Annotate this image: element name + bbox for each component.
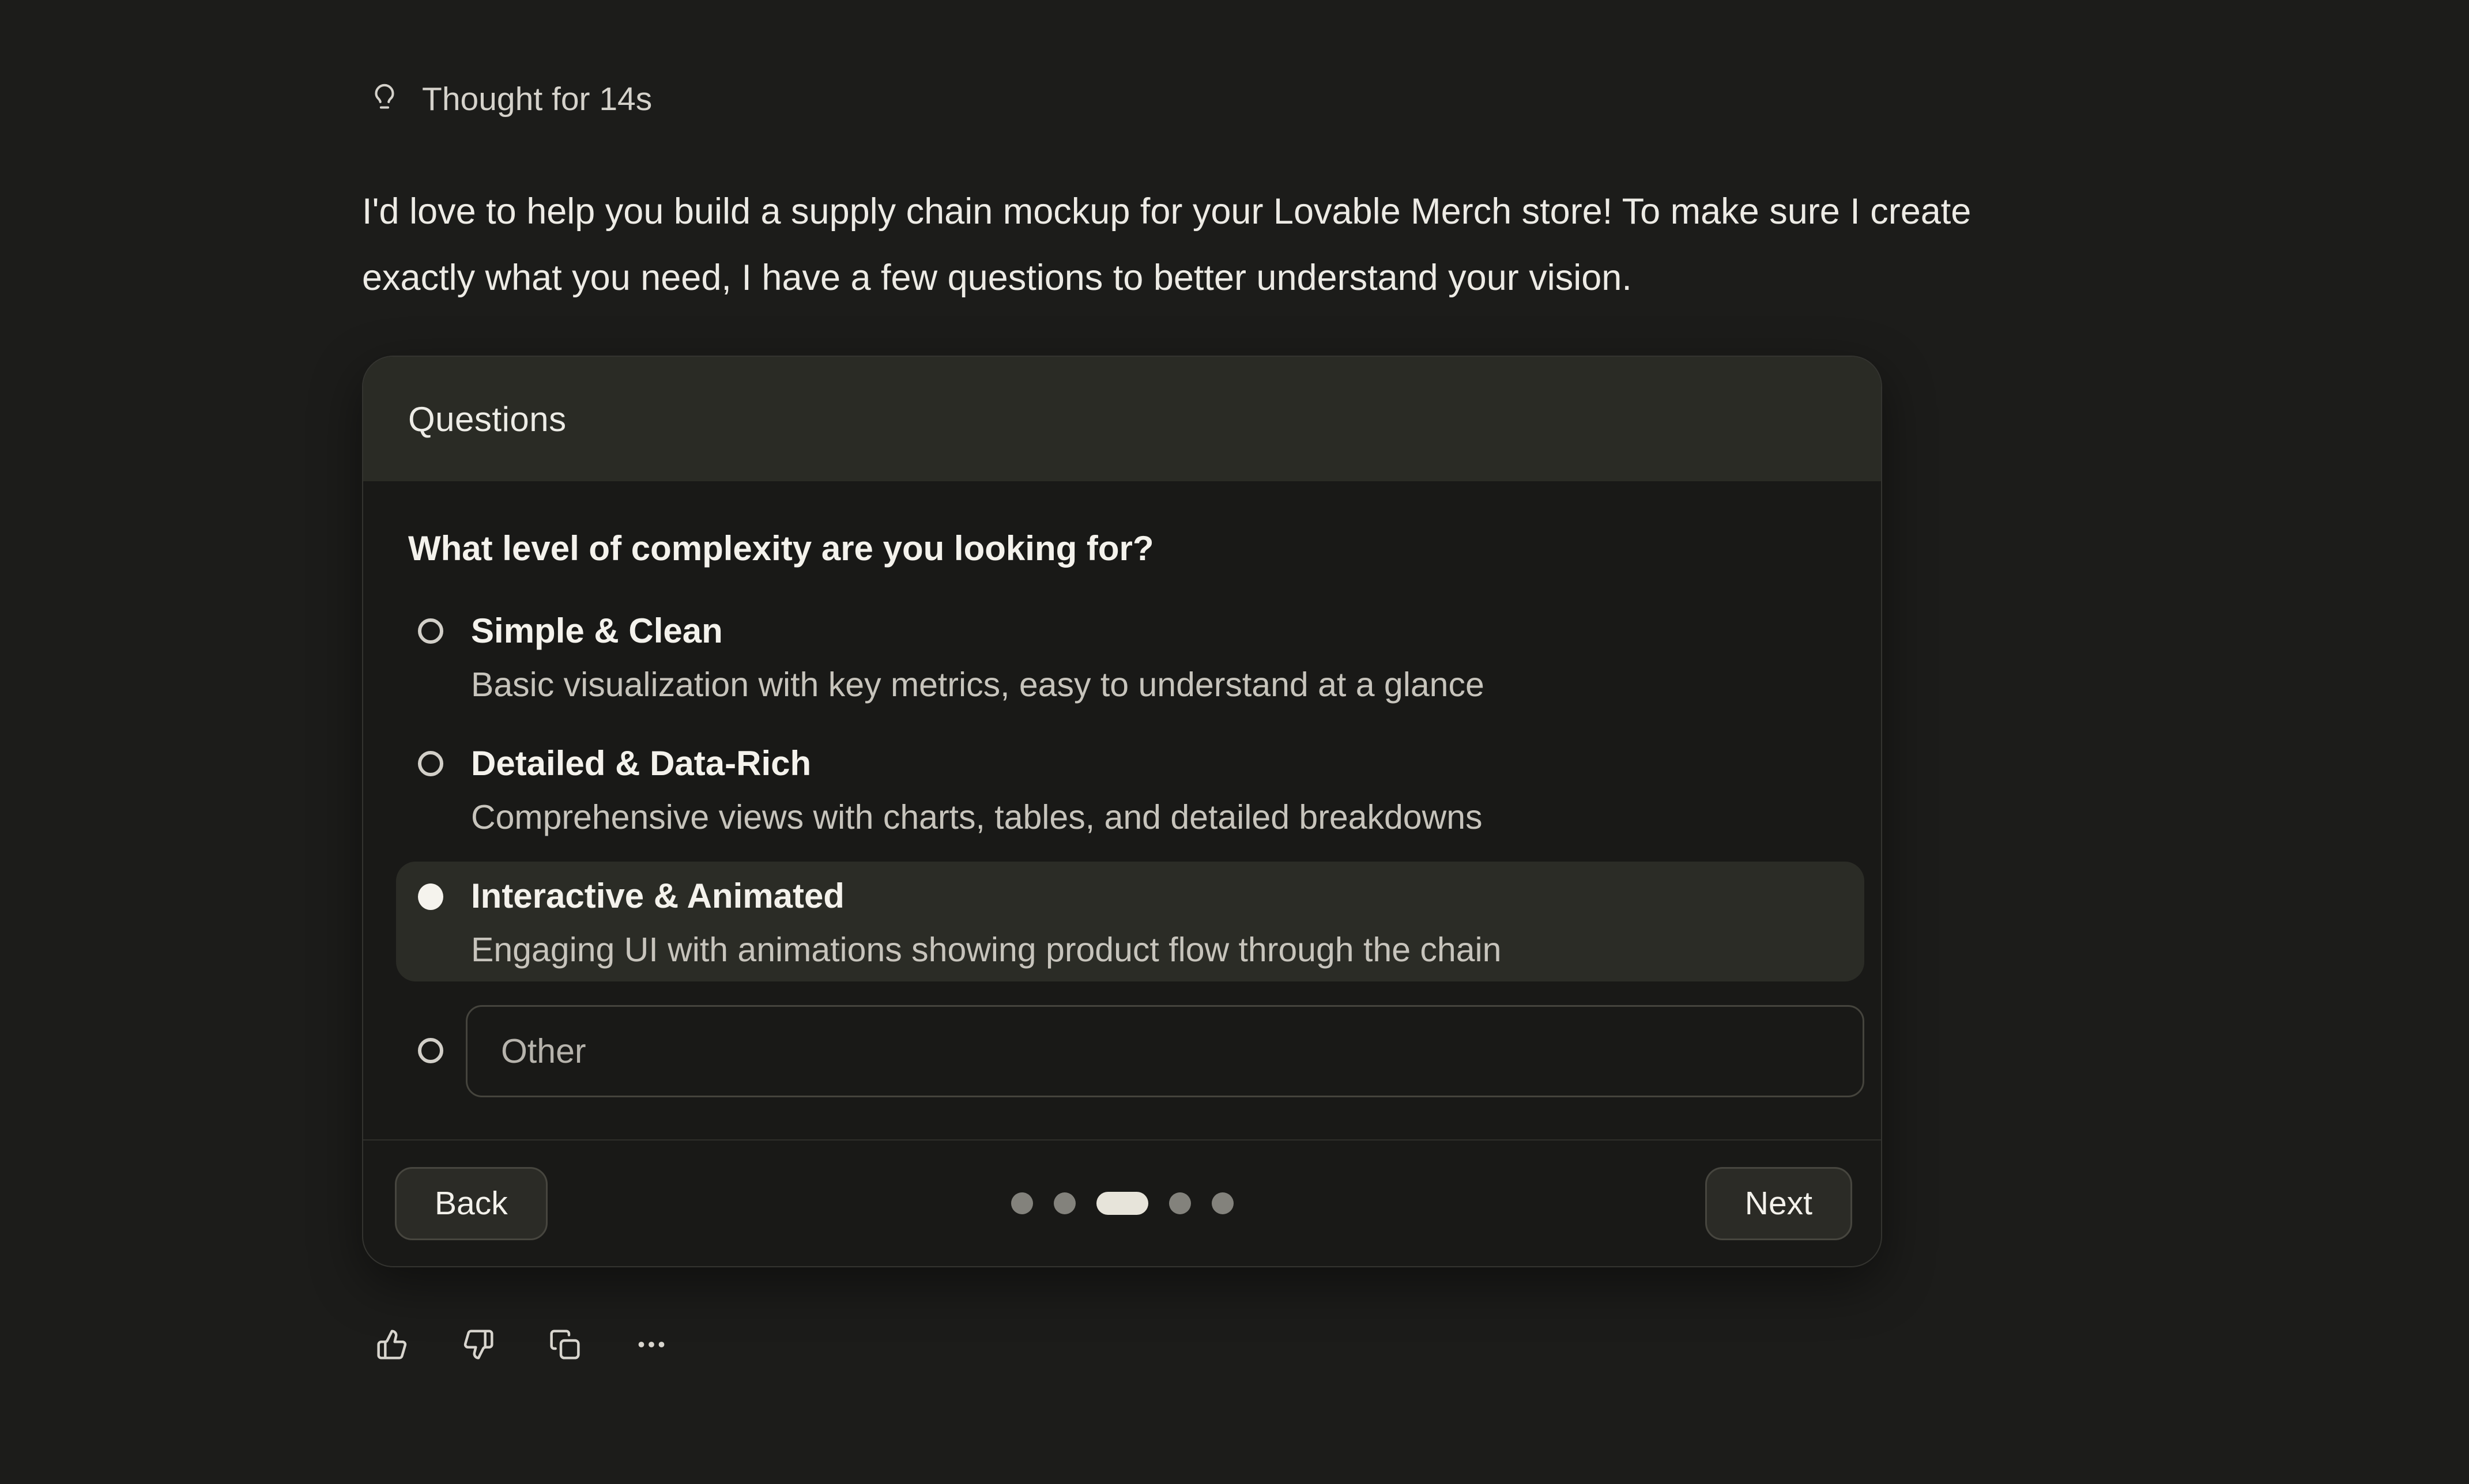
thought-label: Thought for 14s bbox=[422, 80, 652, 118]
pagination-dot bbox=[1169, 1192, 1191, 1214]
next-button[interactable]: Next bbox=[1705, 1167, 1852, 1240]
option-description: Engaging UI with animations showing prod… bbox=[471, 931, 1501, 968]
message-actions bbox=[375, 1324, 668, 1365]
option-detailed-data-rich[interactable]: Detailed & Data-Rich Comprehensive views… bbox=[396, 729, 1864, 849]
option-simple-clean[interactable]: Simple & Clean Basic visualization with … bbox=[396, 596, 1864, 716]
radio-unselected-icon[interactable] bbox=[418, 1038, 443, 1063]
option-interactive-animated[interactable]: Interactive & Animated Engaging UI with … bbox=[396, 862, 1864, 981]
other-option-input[interactable] bbox=[466, 1005, 1864, 1097]
radio-selected-icon[interactable] bbox=[418, 883, 443, 910]
option-description: Basic visualization with key metrics, ea… bbox=[471, 666, 1484, 703]
thumbs-down-icon bbox=[462, 1328, 495, 1361]
copy-icon bbox=[549, 1328, 581, 1361]
option-text: Simple & Clean Basic visualization with … bbox=[471, 613, 1484, 716]
option-label: Interactive & Animated bbox=[471, 878, 1501, 915]
copy-button[interactable] bbox=[548, 1324, 582, 1365]
thumbs-down-button[interactable] bbox=[462, 1324, 495, 1365]
questions-card: Questions What level of complexity are y… bbox=[362, 356, 1882, 1267]
message-line: exactly what you need, I have a few ques… bbox=[362, 245, 1971, 311]
radio-unselected-icon[interactable] bbox=[418, 618, 443, 644]
question-text: What level of complexity are you looking… bbox=[408, 528, 1836, 568]
pagination-dot-active bbox=[1096, 1192, 1148, 1215]
pagination-dot bbox=[1054, 1192, 1076, 1214]
card-footer: Back Next bbox=[363, 1139, 1881, 1266]
assistant-message: I'd love to help you build a supply chai… bbox=[362, 179, 1971, 311]
pagination-dot bbox=[1212, 1192, 1234, 1214]
lightbulb-icon bbox=[368, 82, 401, 116]
message-line: I'd love to help you build a supply chai… bbox=[362, 179, 1971, 245]
thumbs-up-icon bbox=[376, 1328, 408, 1361]
more-options-button[interactable] bbox=[635, 1324, 668, 1365]
thought-toggle[interactable]: Thought for 14s bbox=[364, 80, 655, 119]
radio-unselected-icon[interactable] bbox=[418, 751, 443, 776]
back-button[interactable]: Back bbox=[395, 1167, 548, 1240]
card-title: Questions bbox=[408, 399, 567, 439]
more-options-icon bbox=[635, 1328, 668, 1361]
option-text: Interactive & Animated Engaging UI with … bbox=[471, 878, 1501, 981]
option-other[interactable] bbox=[396, 994, 1864, 1114]
thumbs-up-button[interactable] bbox=[375, 1324, 409, 1365]
pagination-dot bbox=[1011, 1192, 1033, 1214]
option-label: Simple & Clean bbox=[471, 613, 1484, 650]
option-description: Comprehensive views with charts, tables,… bbox=[471, 799, 1483, 836]
option-label: Detailed & Data-Rich bbox=[471, 745, 1483, 782]
chat-message-view: Thought for 14s I'd love to help you bui… bbox=[0, 0, 2469, 1484]
option-text: Detailed & Data-Rich Comprehensive views… bbox=[471, 745, 1483, 849]
card-header: Questions bbox=[363, 357, 1881, 481]
pagination-dots bbox=[1011, 1192, 1234, 1215]
